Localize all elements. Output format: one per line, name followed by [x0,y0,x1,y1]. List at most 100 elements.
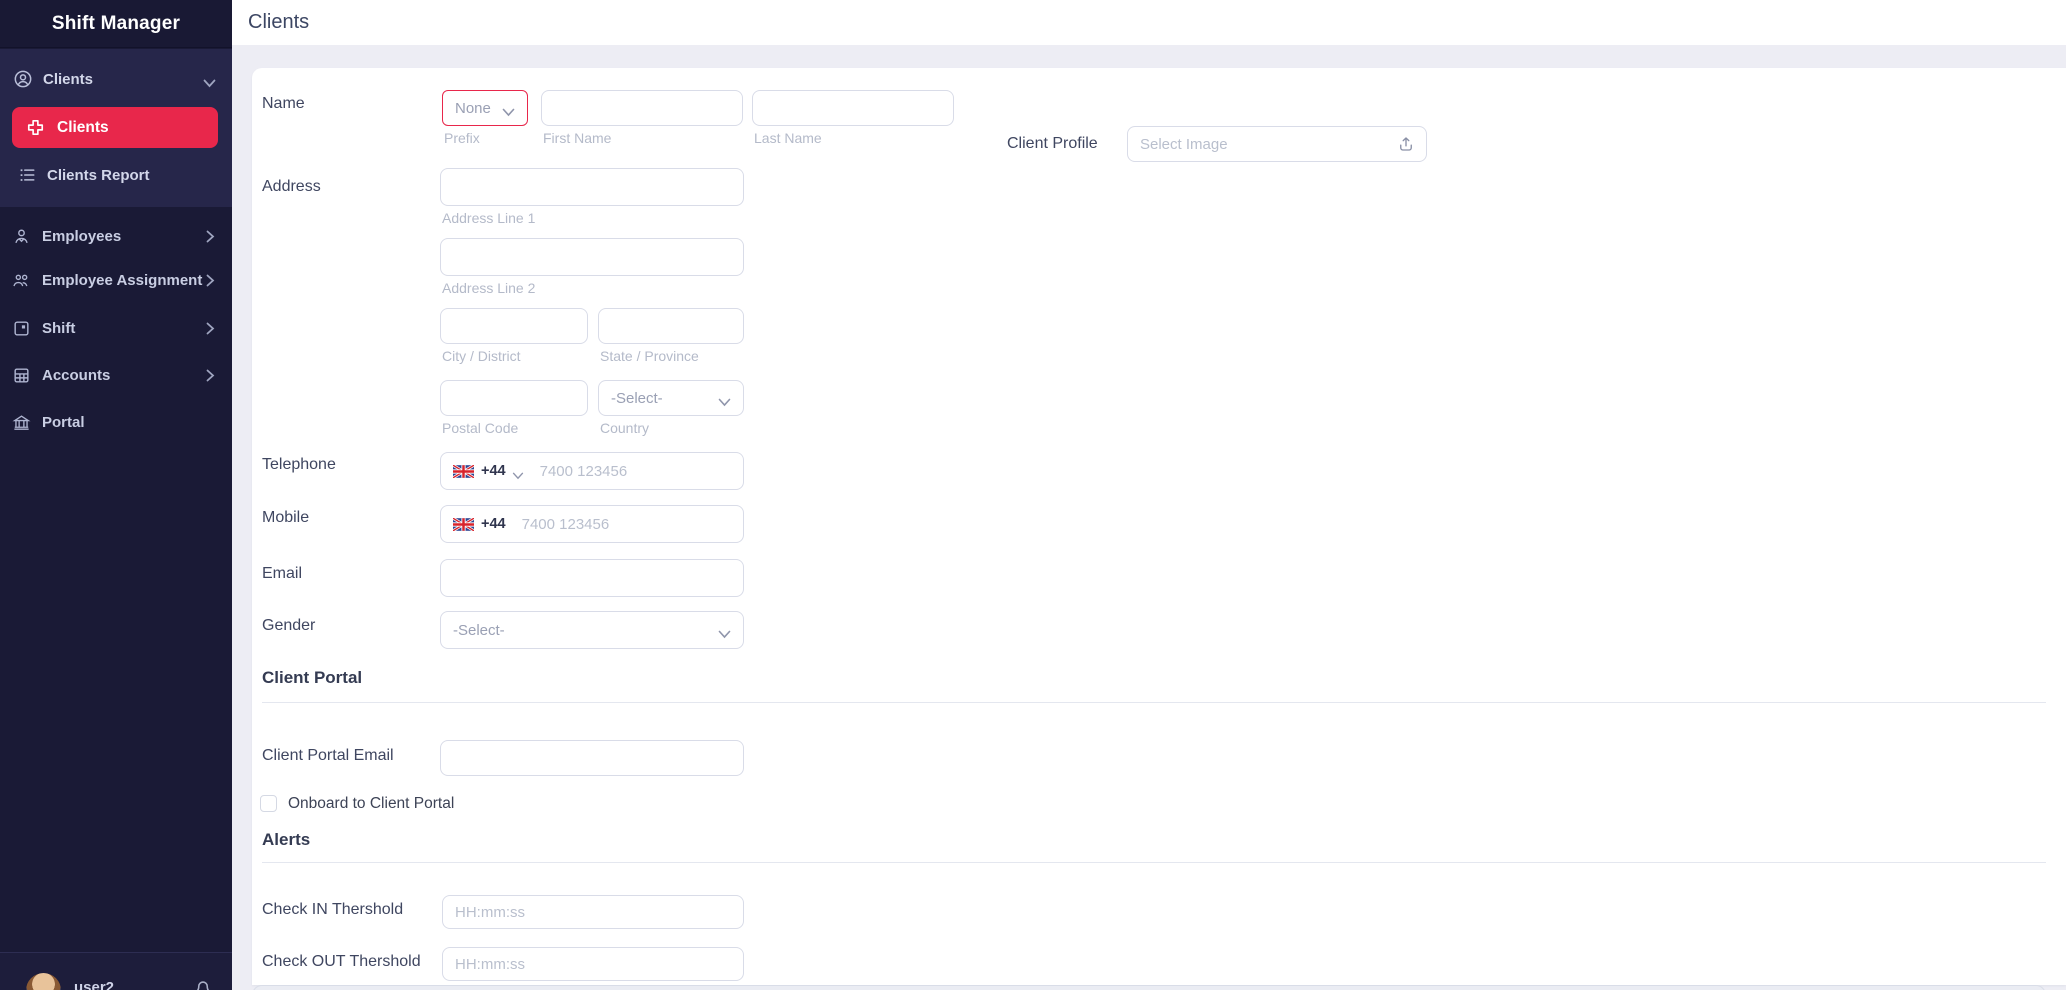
user-avatar[interactable] [26,973,61,990]
bell-icon[interactable] [192,976,214,990]
email-input[interactable] [440,559,744,597]
sidebar-footer: user2 [0,952,232,990]
last-name-input[interactable] [752,90,954,126]
chevron-down-icon [718,626,731,638]
check-out-threshold-label: Check OUT Thershold [262,953,421,970]
username-label: user2 [74,979,115,990]
prefix-select[interactable]: None [442,90,528,126]
top-bar: Clients [232,0,2066,45]
page-background: Name None Prefix First Name Last Name Cl… [232,45,2066,990]
prefix-sublabel: Prefix [444,130,480,146]
app-title-text: Shift Manager [51,12,181,34]
uk-flag-icon[interactable] [452,516,475,532]
sidebar-item-shift[interactable]: Shift [0,308,232,348]
mobile-field: +44 [440,505,744,543]
gender-select-value: -Select- [453,621,505,639]
sidebar-item-portal[interactable]: Portal [0,402,232,442]
sidebar-item-label: Employees [42,227,122,245]
city-district-input[interactable] [440,308,588,344]
prefix-select-value: None [455,99,491,117]
sidebar-item-accounts[interactable]: Accounts [0,355,232,395]
sidebar-item-label: Accounts [42,366,111,384]
address-label: Address [262,178,321,195]
uk-flag-icon[interactable] [452,463,475,479]
mobile-label: Mobile [262,509,310,526]
sidebar-item-label: Shift [42,319,76,337]
address-line2-input[interactable] [440,238,744,276]
sidebar-clients-group: Clients Clients Clients Report [0,49,232,207]
country-select[interactable]: -Select- [598,380,744,416]
chevron-right-icon [206,369,215,382]
gender-label: Gender [262,617,316,634]
first-name-input[interactable] [541,90,743,126]
chevron-right-icon [206,322,215,335]
app-root: Shift Manager Clients Clients Clients Re… [0,0,2066,990]
sidebar-item-label: Portal [42,413,85,431]
chevron-down-icon[interactable] [512,467,524,480]
sidebar-item-label: Clients Report [47,166,150,184]
state-province-input[interactable] [598,308,744,344]
check-in-threshold-label: Check IN Thershold [262,901,404,918]
postal-code-input[interactable] [440,380,588,416]
alerts-heading: Alerts [262,830,311,849]
client-portal-email-label: Client Portal Email [262,747,394,764]
page-title: Clients [248,11,310,33]
portal-building-icon [12,413,31,432]
check-out-threshold-input[interactable] [442,947,744,981]
employee-icon [12,227,31,246]
sidebar-item-clients-parent[interactable]: Clients [0,59,232,99]
people-group-icon [12,271,31,290]
shift-calendar-icon [12,319,31,338]
client-portal-email-input[interactable] [440,740,744,776]
country-sublabel: Country [600,420,650,436]
app-title: Shift Manager [0,0,232,48]
next-section-strip [252,985,2046,990]
telephone-label: Telephone [262,456,336,473]
sidebar-item-clients[interactable]: Clients [12,107,218,148]
chevron-down-icon[interactable] [203,75,216,87]
telephone-input[interactable] [523,462,743,480]
client-form-card: Name None Prefix First Name Last Name Cl… [252,68,2066,985]
first-name-sublabel: First Name [543,130,612,146]
name-label: Name [262,95,305,112]
section-divider [262,862,2046,863]
check-in-threshold-input[interactable] [442,895,744,929]
city-district-sublabel: City / District [442,348,521,364]
sidebar-item-label: Employee Assignment [42,271,203,289]
sidebar-item-clients-report[interactable]: Clients Report [0,155,232,195]
client-profile-input[interactable] [1127,126,1427,162]
list-icon [18,166,36,184]
chevron-right-icon [206,274,215,287]
user-circle-icon [13,69,33,89]
sidebar-item-employee-assignment[interactable]: Employee Assignment [0,260,232,300]
accounts-grid-icon [12,366,31,385]
client-profile-upload [1127,126,1427,162]
onboard-checkbox-label: Onboard to Client Portal [288,795,455,812]
sidebar: Shift Manager Clients Clients Clients Re… [0,0,232,990]
telephone-dial-code: +44 [481,463,506,479]
sidebar-item-employees[interactable]: Employees [0,216,232,256]
address-line1-input[interactable] [440,168,744,206]
mobile-input[interactable] [505,515,743,533]
state-province-sublabel: State / Province [600,348,699,364]
address-line2-sublabel: Address Line 2 [442,280,536,296]
telephone-field: +44 [440,452,744,490]
postal-code-sublabel: Postal Code [442,420,519,436]
chevron-down-icon [718,394,731,406]
plus-cross-icon [26,118,45,137]
upload-icon[interactable] [1397,135,1415,153]
country-select-value: -Select- [611,389,663,407]
chevron-down-icon [502,104,515,116]
last-name-sublabel: Last Name [754,130,822,146]
client-portal-heading: Client Portal [262,668,363,687]
chevron-right-icon [206,230,215,243]
mobile-dial-code: +44 [481,516,506,532]
sidebar-item-label: Clients [57,118,109,136]
gender-select[interactable]: -Select- [440,611,744,649]
email-label: Email [262,565,303,582]
address-line1-sublabel: Address Line 1 [442,210,536,226]
sidebar-item-label: Clients [43,70,94,88]
section-divider [262,702,2046,703]
client-profile-label: Client Profile [1007,135,1098,152]
onboard-checkbox[interactable] [260,795,277,812]
